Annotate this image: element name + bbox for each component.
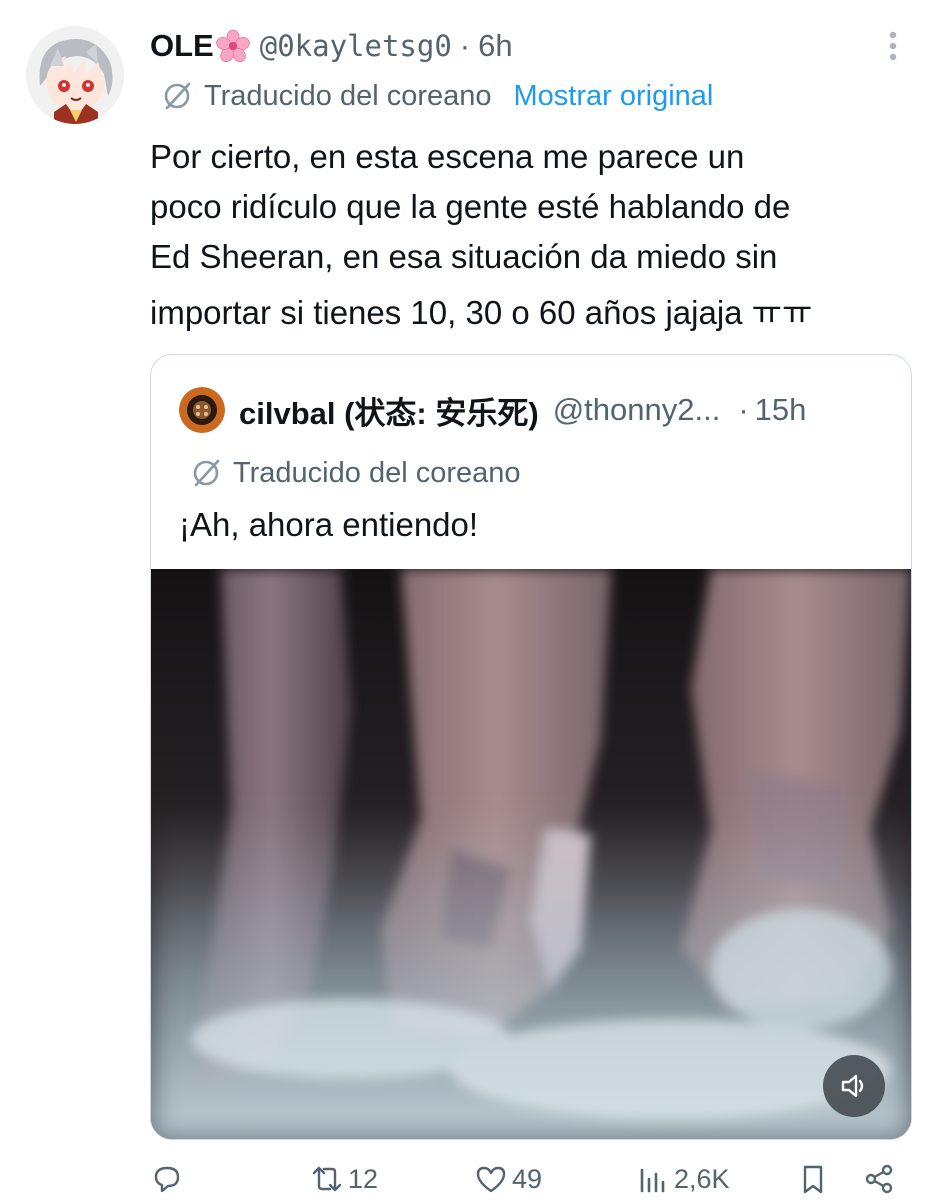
more-vertical-icon[interactable] bbox=[880, 28, 906, 64]
like-count: 49 bbox=[512, 1163, 543, 1194]
reply-button[interactable] bbox=[150, 1162, 188, 1196]
heart-icon bbox=[476, 1166, 506, 1193]
views-count: 2,6K bbox=[674, 1163, 730, 1194]
like-button[interactable]: 49 bbox=[474, 1162, 542, 1196]
quoted-display-name[interactable]: cilvbal (状态: 安乐死) bbox=[239, 388, 539, 433]
quoted-translated-label: Traducido del coreano bbox=[233, 456, 521, 489]
tweet-text-line: poco ridículo que la gente esté hablando… bbox=[150, 188, 791, 225]
share-icon bbox=[865, 1164, 893, 1194]
retweet-count: 12 bbox=[348, 1163, 379, 1194]
cherry-blossom-icon bbox=[215, 29, 250, 63]
video-frame bbox=[151, 569, 911, 1139]
views-button[interactable]: 2,6K bbox=[636, 1162, 730, 1196]
display-name[interactable]: OLE bbox=[150, 28, 214, 64]
handle[interactable]: @0kayletsg0 bbox=[260, 29, 452, 63]
tweet-text: Por cierto, en esta escena me parece un … bbox=[150, 132, 910, 338]
avatar[interactable] bbox=[26, 26, 124, 124]
reply-icon bbox=[154, 1166, 180, 1193]
volume-icon bbox=[841, 1074, 864, 1098]
quoted-handle[interactable]: @thonny2... bbox=[553, 392, 721, 428]
share-button[interactable] bbox=[862, 1162, 896, 1196]
action-bar: 12 49 2,6K bbox=[150, 1158, 910, 1200]
retweet-icon bbox=[312, 1166, 342, 1192]
tweet-text-line: Por cierto, en esta escena me parece un bbox=[150, 138, 745, 175]
quoted-header: cilvbal (状态: 安乐死) @thonny2... · 15h bbox=[239, 387, 806, 433]
separator-dot: · bbox=[738, 392, 749, 427]
views-icon bbox=[640, 1168, 665, 1193]
timestamp[interactable]: 6h bbox=[478, 28, 512, 64]
tweet-header: OLE @0kayletsg0 · 6h bbox=[150, 24, 513, 68]
quoted-tweet[interactable]: cilvbal (状态: 安乐死) @thonny2... · 15h Trad… bbox=[150, 354, 912, 1140]
bookmark-icon bbox=[803, 1165, 823, 1194]
translate-icon bbox=[193, 459, 220, 487]
tweet[interactable]: OLE @0kayletsg0 · 6h Traducido del corea… bbox=[0, 0, 942, 1200]
quoted-text: ¡Ah, ahora entiendo! bbox=[179, 506, 479, 543]
tweet-text-line: Ed Sheeran, en esa situación da miedo si… bbox=[150, 238, 778, 275]
translate-icon bbox=[164, 82, 191, 110]
translation-row: Traducido del coreano Mostrar original bbox=[160, 76, 713, 116]
bookmark-button[interactable] bbox=[796, 1162, 830, 1196]
quoted-translation-row: Traducido del coreano bbox=[189, 453, 521, 493]
quoted-timestamp[interactable]: 15h bbox=[755, 392, 807, 428]
video-media[interactable] bbox=[151, 569, 911, 1139]
show-original-link[interactable]: Mostrar original bbox=[514, 80, 714, 113]
translated-label: Traducido del coreano bbox=[204, 79, 492, 112]
retweet-button[interactable]: 12 bbox=[310, 1162, 378, 1196]
volume-button[interactable] bbox=[823, 1055, 885, 1117]
quoted-avatar[interactable] bbox=[179, 387, 225, 433]
tweet-text-line: importar si tienes 10, 30 o 60 años jaja… bbox=[150, 294, 813, 331]
separator-dot: · bbox=[459, 28, 471, 63]
